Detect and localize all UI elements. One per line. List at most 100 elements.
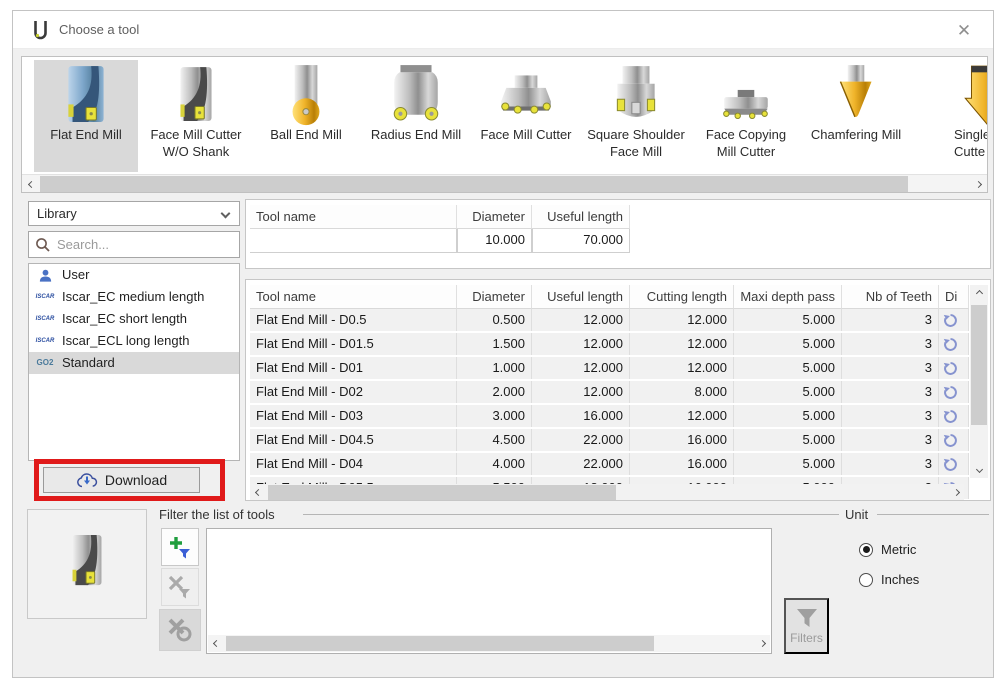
cell-diameter: 3.000 bbox=[457, 405, 532, 427]
scroll-down-icon[interactable] bbox=[970, 461, 988, 478]
cell-maxi-depth-pass: 5.000 bbox=[734, 357, 842, 379]
cell-maxi-depth-pass: 5.000 bbox=[734, 405, 842, 427]
horizontal-scroll-thumb[interactable] bbox=[268, 485, 616, 500]
filters-button[interactable]: Filters bbox=[784, 598, 829, 654]
cell-diameter: 1.000 bbox=[457, 357, 532, 379]
tool-strip-scrollbar[interactable] bbox=[22, 174, 987, 192]
cell-maxi-depth-pass: 5.000 bbox=[734, 381, 842, 403]
toolbar-item-single-a-cutte[interactable]: Single-ACutte bbox=[914, 60, 988, 172]
chevron-down-icon bbox=[221, 209, 231, 219]
rotation-direction-icon bbox=[939, 453, 969, 475]
unit-option-inches[interactable]: Inches bbox=[859, 572, 919, 587]
scroll-right-icon[interactable] bbox=[969, 175, 987, 193]
scroll-left-icon[interactable] bbox=[208, 635, 224, 652]
column-header-diameter: Diameter bbox=[457, 205, 532, 229]
toolbar-item-face-copying-mill-cutter[interactable]: Face CopyingMill Cutter bbox=[694, 60, 798, 172]
cell-cutting-length: 8.000 bbox=[630, 381, 734, 403]
table-row[interactable]: Flat End Mill - D022.00012.0008.0005.000… bbox=[250, 381, 969, 405]
remove-filter-icon bbox=[168, 575, 192, 599]
column-header-maxi-depth-pass[interactable]: Maxi depth pass bbox=[734, 285, 842, 309]
group-divider bbox=[789, 514, 839, 515]
tools-table-vertical-scrollbar[interactable] bbox=[970, 285, 988, 478]
unit-option-metric[interactable]: Metric bbox=[859, 542, 916, 557]
rotation-direction-icon bbox=[939, 357, 969, 379]
tool-preview-image bbox=[60, 527, 114, 602]
tool-strip-scroll-thumb[interactable] bbox=[40, 176, 908, 192]
column-header-useful-length[interactable]: Useful length bbox=[532, 285, 630, 309]
radio-unselected-icon bbox=[859, 573, 873, 587]
add-filter-button[interactable] bbox=[161, 528, 199, 566]
column-header-diameter[interactable]: Diameter bbox=[457, 285, 532, 309]
filter-list-scroll-thumb[interactable] bbox=[226, 636, 654, 651]
filters-button-label: Filters bbox=[790, 631, 823, 645]
remove-filter-button[interactable] bbox=[161, 568, 199, 606]
scroll-right-icon[interactable] bbox=[754, 635, 770, 652]
cell-tool-name: Flat End Mill - D04.5 bbox=[250, 429, 457, 451]
scroll-right-icon[interactable] bbox=[948, 484, 964, 501]
toolbar-item-face-mill-cutter[interactable]: Face Mill Cutter bbox=[474, 60, 578, 172]
library-item-user[interactable]: User bbox=[29, 264, 239, 286]
column-header-nb-of-teeth[interactable]: Nb of Teeth bbox=[842, 285, 939, 309]
column-header-tool-name[interactable]: Tool name bbox=[250, 285, 457, 309]
library-item-label: Iscar_EC short length bbox=[62, 308, 187, 330]
cell-useful-length: 22.000 bbox=[532, 453, 630, 475]
toolbar-item-flat-end-mill[interactable]: Flat End Mill bbox=[34, 60, 138, 172]
filter-list-scrollbar[interactable] bbox=[208, 635, 770, 652]
table-row[interactable]: Flat End Mill - D011.00012.00012.0005.00… bbox=[250, 357, 969, 381]
table-row[interactable]: Flat End Mill - D0.50.50012.00012.0005.0… bbox=[250, 309, 969, 333]
toolbar-item-chamfering-mill[interactable]: Chamfering Mill bbox=[804, 60, 908, 172]
scroll-left-icon[interactable] bbox=[22, 175, 40, 193]
title-bar: Choose a tool ✕ bbox=[13, 11, 993, 49]
cell-diameter: 4.000 bbox=[457, 453, 532, 475]
library-item-iscar-ec-short-length[interactable]: ISCARIscar_EC short length bbox=[29, 308, 239, 330]
table-row[interactable]: Flat End Mill - D04.54.50022.00016.0005.… bbox=[250, 429, 969, 453]
library-item-iscar-ecl-long-length[interactable]: ISCARIscar_ECL long length bbox=[29, 330, 239, 352]
cell-maxi-depth-pass: 5.000 bbox=[734, 309, 842, 331]
toolbar-item-square-shoulder-face-mill[interactable]: Square ShoulderFace Mill bbox=[584, 60, 688, 172]
table-row[interactable]: Flat End Mill - D01.51.50012.00012.0005.… bbox=[250, 333, 969, 357]
clear-filters-button[interactable] bbox=[159, 609, 201, 651]
column-header-useful-length: Useful length bbox=[532, 205, 630, 229]
table-row[interactable]: Flat End Mill - D044.00022.00016.0005.00… bbox=[250, 453, 969, 477]
close-icon[interactable]: ✕ bbox=[953, 20, 975, 42]
cell-diameter: 2.000 bbox=[457, 381, 532, 403]
toolbar-item-label: Ball End Mill bbox=[254, 126, 358, 143]
cell-useful-length: 22.000 bbox=[532, 429, 630, 451]
cell-useful-length: 12.000 bbox=[532, 381, 630, 403]
library-item-iscar-ec-medium-length[interactable]: ISCARIscar_EC medium length bbox=[29, 286, 239, 308]
vertical-scroll-thumb[interactable] bbox=[971, 305, 987, 425]
cell-nb-of-teeth: 3 bbox=[842, 333, 939, 355]
toolbar-item-ball-end-mill[interactable]: Ball End Mill bbox=[254, 60, 358, 172]
cell-useful-length: 12.000 bbox=[532, 333, 630, 355]
toolbar-item-label: Radius End Mill bbox=[364, 126, 468, 143]
cell-cutting-length: 16.000 bbox=[630, 429, 734, 451]
search-input[interactable] bbox=[57, 235, 233, 254]
cell-diameter: 0.500 bbox=[457, 309, 532, 331]
filter-list-box[interactable] bbox=[206, 528, 772, 654]
scroll-left-icon[interactable] bbox=[250, 484, 266, 501]
cloud-download-icon bbox=[76, 472, 98, 489]
square-shoulder-face-mill-icon bbox=[607, 63, 665, 125]
toolbar-item-radius-end-mill[interactable]: Radius End Mill bbox=[364, 60, 468, 172]
rotation-direction-icon bbox=[939, 429, 969, 451]
download-button[interactable]: Download bbox=[43, 467, 200, 493]
radio-selected-icon bbox=[859, 543, 873, 557]
cell-tool-name: Flat End Mill - D01.5 bbox=[250, 333, 457, 355]
library-dropdown[interactable]: Library bbox=[28, 201, 240, 226]
table-row[interactable]: Flat End Mill - D033.00016.00012.0005.00… bbox=[250, 405, 969, 429]
cell-tool-name: Flat End Mill - D01 bbox=[250, 357, 457, 379]
face-mill-wo-shank-icon bbox=[167, 63, 225, 125]
cell-cutting-length: 16.000 bbox=[630, 453, 734, 475]
cell-maxi-depth-pass: 5.000 bbox=[734, 453, 842, 475]
selected-tool-panel: Tool name Diameter Useful length 10.000 … bbox=[245, 199, 991, 269]
toolbar-item-face-mill-cutter-w-o-shank[interactable]: Face Mill CutterW/O Shank bbox=[144, 60, 248, 172]
cell-nb-of-teeth: 3 bbox=[842, 381, 939, 403]
scroll-up-icon[interactable] bbox=[970, 285, 988, 302]
toolbar-item-label: Face CopyingMill Cutter bbox=[694, 126, 798, 160]
column-header-cutting-length[interactable]: Cutting length bbox=[630, 285, 734, 309]
ball-end-mill-icon bbox=[277, 63, 335, 125]
column-header-di[interactable]: Di bbox=[939, 285, 969, 309]
library-item-standard[interactable]: GO2Standard bbox=[29, 352, 239, 374]
tools-table-horizontal-scrollbar[interactable] bbox=[250, 484, 964, 501]
selected-tool-diameter-value: 10.000 bbox=[457, 229, 532, 253]
